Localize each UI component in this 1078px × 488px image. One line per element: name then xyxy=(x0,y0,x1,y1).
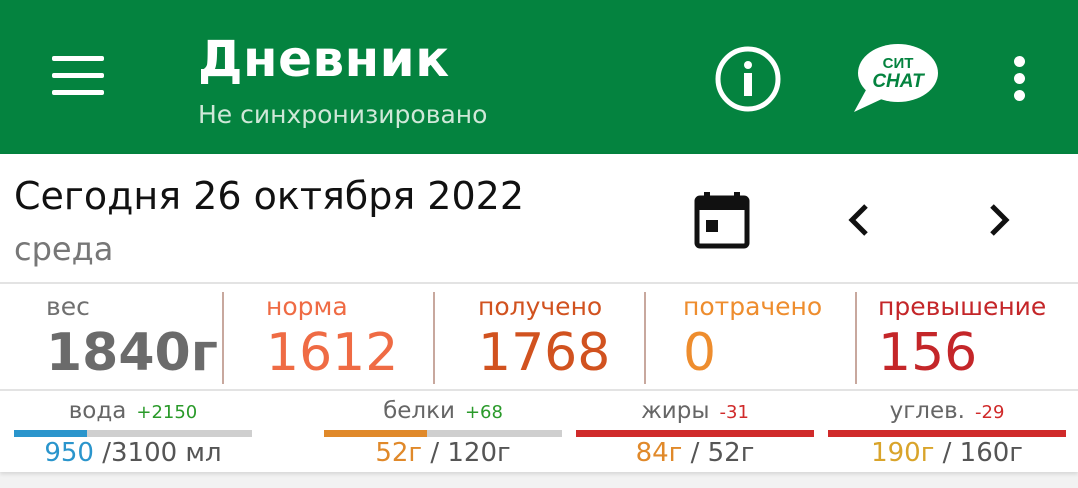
weekday: среда xyxy=(14,230,114,268)
nutrient-fat: жиры -31 84г / 52г xyxy=(576,398,814,470)
nutrient-progress-bar xyxy=(324,430,562,437)
chat-icon-top-text: СИТ xyxy=(883,55,914,72)
nutrient-header: углев. -29 xyxy=(828,398,1066,424)
nutrient-amount: 950 /3100 мл xyxy=(14,438,252,468)
stat-excess: превышение 156 xyxy=(878,292,1074,383)
stat-spent: потрачено 0 xyxy=(683,292,893,383)
nutrient-delta: -31 xyxy=(719,402,749,423)
nutrient-delta: +2150 xyxy=(136,402,198,423)
menu-icon-line xyxy=(52,73,104,78)
more-options-button[interactable] xyxy=(1002,52,1038,104)
page-title: Дневник xyxy=(198,30,450,88)
stat-label: вес xyxy=(46,292,90,321)
nutrient-current: 52г xyxy=(375,438,423,468)
nutrient-progress-bar xyxy=(828,430,1066,437)
stat-value: 0 xyxy=(683,323,717,383)
stat-weight: вес 1840г xyxy=(46,292,256,383)
stat-divider xyxy=(644,292,646,384)
nutrient-header: вода +2150 xyxy=(14,398,252,424)
info-icon xyxy=(715,46,781,112)
nutrient-header: белки +68 xyxy=(324,398,562,424)
nutrient-progress-fill xyxy=(14,430,87,437)
nutrient-header: жиры -31 xyxy=(576,398,814,424)
stat-label: получено xyxy=(478,292,603,321)
sync-status: Не синхронизировано xyxy=(198,100,488,129)
nutrient-current: 84г xyxy=(635,438,683,468)
nutrient-water: вода +2150 950 /3100 мл xyxy=(14,398,252,470)
chevron-right-icon xyxy=(990,204,1010,236)
stat-value: 1840г xyxy=(46,323,218,383)
nutrient-current: 950 xyxy=(44,438,94,468)
stat-label: превышение xyxy=(878,292,1047,321)
menu-button[interactable] xyxy=(46,52,110,100)
nutrient-delta: -29 xyxy=(975,402,1005,423)
date-title: Сегодня 26 октября 2022 xyxy=(14,174,525,218)
nutrient-progress-fill xyxy=(576,430,814,437)
nutrient-total: /3100 мл xyxy=(93,438,222,468)
calendar-button[interactable] xyxy=(690,188,754,252)
stat-value: 1768 xyxy=(478,323,611,383)
nutrient-total: / 52г xyxy=(682,438,755,468)
diary-summary-card: Сегодня 26 октября 2022 среда вес 1840г … xyxy=(0,154,1078,472)
nutrient-amount: 190г / 160г xyxy=(828,438,1066,468)
nutrient-amount: 84г / 52г xyxy=(576,438,814,468)
divider xyxy=(0,389,1078,391)
nutrient-total: / 160г xyxy=(934,438,1023,468)
nutrient-name: вода xyxy=(68,398,127,424)
chat-icon-bottom-text: CHAT xyxy=(872,71,925,92)
stat-norm: норма 1612 xyxy=(266,292,476,383)
nutrient-progress-fill xyxy=(828,430,1066,437)
stat-divider xyxy=(855,292,857,384)
nutrient-name: белки xyxy=(383,398,455,424)
dot xyxy=(1014,56,1025,67)
nutrient-delta: +68 xyxy=(464,402,503,423)
nutrient-progress-bar xyxy=(576,430,814,437)
nutrient-carbs: углев. -29 190г / 160г xyxy=(828,398,1066,470)
calendar-icon xyxy=(694,192,750,249)
dot xyxy=(1014,73,1025,84)
menu-icon-line xyxy=(52,90,104,95)
app-bar: Дневник Не синхронизировано СИТ CHAT xyxy=(0,0,1078,154)
chevron-left-icon xyxy=(848,204,868,236)
stat-label: потрачено xyxy=(683,292,823,321)
stat-received: получено 1768 xyxy=(478,292,688,383)
nutrient-protein: белки +68 52г / 120г xyxy=(324,398,562,470)
next-day-button[interactable] xyxy=(976,198,1020,242)
stat-divider xyxy=(433,292,435,384)
chat-button[interactable]: СИТ CHAT xyxy=(848,40,940,114)
nutrient-current: 190г xyxy=(871,438,935,468)
nutrient-progress-fill xyxy=(324,430,428,437)
info-button[interactable] xyxy=(713,44,783,114)
chat-icon: СИТ CHAT xyxy=(854,44,938,112)
nutrient-total: / 120г xyxy=(422,438,511,468)
previous-day-button[interactable] xyxy=(838,198,882,242)
menu-icon-line xyxy=(52,56,104,61)
divider xyxy=(0,282,1078,284)
nutrient-amount: 52г / 120г xyxy=(324,438,562,468)
nutrient-name: углев. xyxy=(889,398,965,424)
nutrient-name: жиры xyxy=(641,398,710,424)
stat-label: норма xyxy=(266,292,348,321)
dot xyxy=(1014,90,1025,101)
nutrient-progress-bar xyxy=(14,430,252,437)
stat-divider xyxy=(222,292,224,384)
stat-value: 1612 xyxy=(266,323,399,383)
stat-value: 156 xyxy=(878,323,978,383)
